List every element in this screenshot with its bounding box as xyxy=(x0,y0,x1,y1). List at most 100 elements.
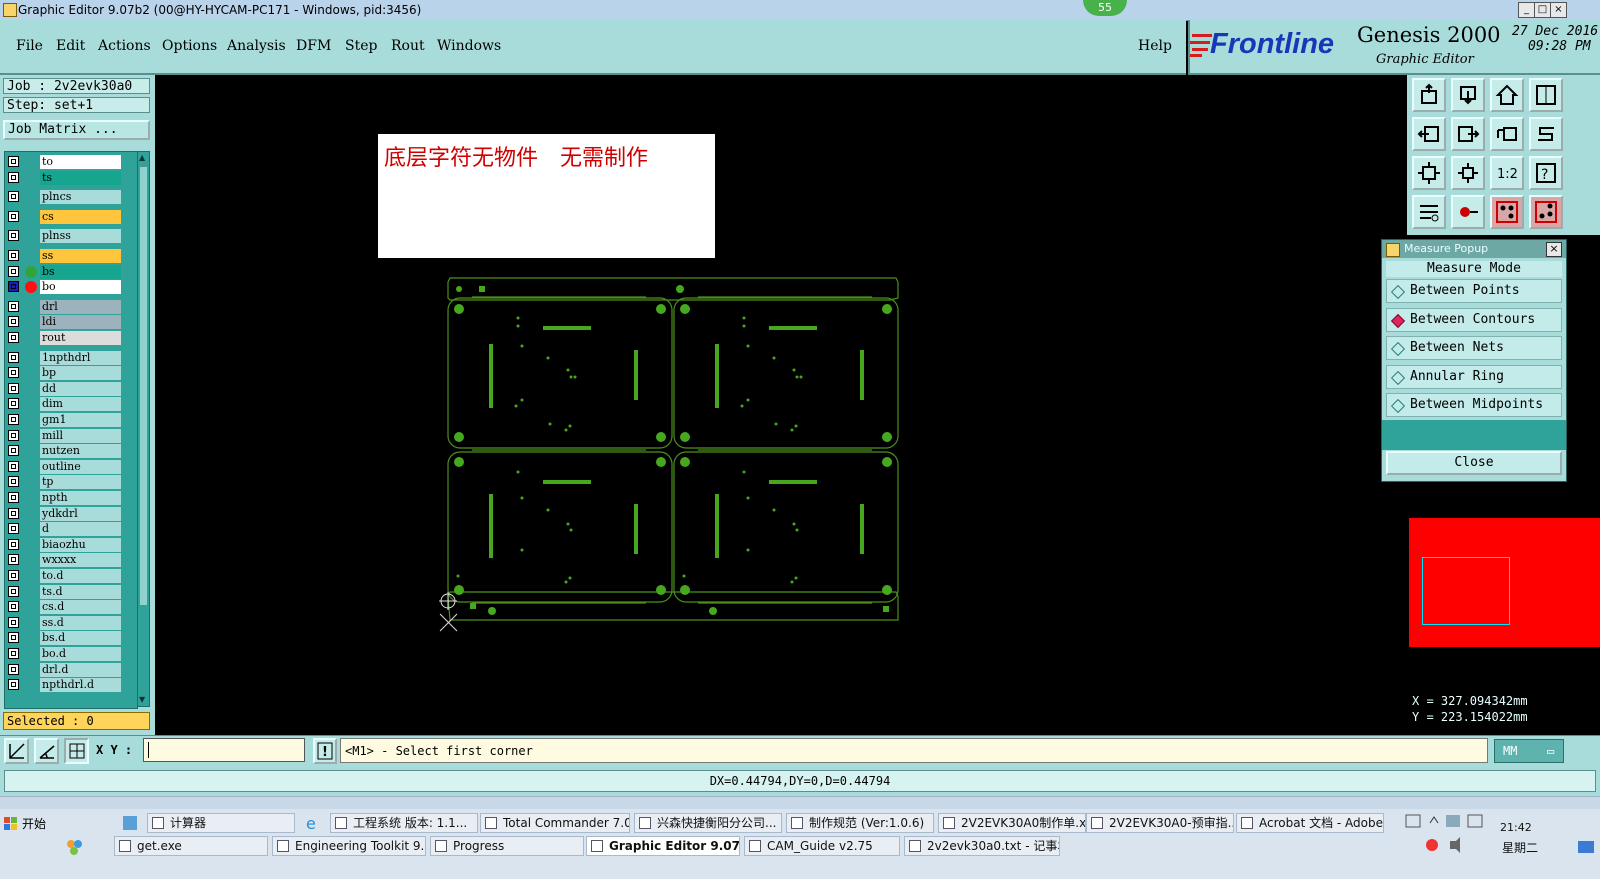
layer-row[interactable]: bp xyxy=(5,365,137,381)
layer-name[interactable]: gm1 xyxy=(40,413,121,427)
radio-diamond-icon[interactable] xyxy=(1390,341,1406,357)
layer-checkbox[interactable] xyxy=(8,191,19,203)
layer-checkbox[interactable] xyxy=(8,171,19,183)
scroll-up-icon[interactable]: ▲ xyxy=(139,153,148,162)
window-fit-icon[interactable] xyxy=(1529,78,1563,112)
layer-row[interactable]: gm1 xyxy=(5,412,137,428)
layer-checkbox[interactable] xyxy=(8,445,19,457)
layer-name[interactable]: plncs xyxy=(40,190,121,205)
grid-mode-icon[interactable] xyxy=(64,738,89,764)
layer-row[interactable]: drl.d xyxy=(5,662,137,678)
show-desktop-icon[interactable] xyxy=(1578,841,1594,853)
layer-name[interactable]: drl.d xyxy=(40,662,121,677)
layer-row[interactable]: outline xyxy=(5,459,137,475)
layer-row[interactable]: rout xyxy=(5,330,137,346)
menu-options[interactable]: Options xyxy=(162,38,217,54)
layer-name[interactable]: outline xyxy=(40,459,121,474)
taskbar-button[interactable]: Graphic Editor 9.07b2 ... xyxy=(586,836,740,856)
layer-row[interactable]: nutzen xyxy=(5,443,137,459)
layer-row[interactable]: cs xyxy=(5,209,137,225)
layer-row[interactable]: tp xyxy=(5,474,137,490)
menu-edit[interactable]: Edit xyxy=(56,38,85,54)
layer-row[interactable]: ts.d xyxy=(5,584,137,600)
pan-left-icon[interactable] xyxy=(1412,117,1446,151)
menu-analysis[interactable]: Analysis xyxy=(227,38,286,54)
layer-checkbox[interactable] xyxy=(8,663,19,675)
layer-row[interactable]: 1npthdrl xyxy=(5,350,137,366)
layer-row[interactable]: dd xyxy=(5,381,137,397)
close-button[interactable]: Close xyxy=(1386,451,1562,475)
layer-checkbox[interactable] xyxy=(8,265,19,277)
zoom-fit-icon[interactable] xyxy=(1412,156,1446,190)
layer-checkbox[interactable] xyxy=(8,300,19,312)
layer-row[interactable]: mill xyxy=(5,428,137,444)
quicklaunch-tool-icon[interactable] xyxy=(120,813,140,833)
layer-name[interactable]: npthdrl.d xyxy=(40,678,121,693)
layer-row[interactable]: bo.d xyxy=(5,646,137,662)
layer-row[interactable]: bo xyxy=(5,279,137,295)
taskbar-button[interactable]: CAM_Guide v2.75 xyxy=(744,836,900,856)
start-button[interactable]: 开始 xyxy=(2,813,58,835)
layer-name[interactable]: cs.d xyxy=(40,600,121,615)
scroll-thumb[interactable] xyxy=(139,166,148,606)
pcb-panel-drawing[interactable] xyxy=(430,270,910,640)
redraw-icon[interactable] xyxy=(1490,117,1524,151)
layer-name[interactable]: mill xyxy=(40,428,121,443)
layer-list-scrollbar[interactable]: ▲ ▼ xyxy=(137,151,150,707)
quicklaunch-icon[interactable] xyxy=(64,837,84,857)
taskbar-button[interactable]: Progress xyxy=(430,836,584,856)
maximize-button[interactable]: □ xyxy=(1534,2,1551,18)
layer-row[interactable]: plnss xyxy=(5,228,137,244)
layer-checkbox[interactable] xyxy=(8,554,19,566)
layer-checkbox[interactable] xyxy=(8,492,19,503)
layer-checkbox[interactable] xyxy=(8,585,19,597)
menu-dfm[interactable]: DFM xyxy=(296,38,331,54)
layer-name[interactable]: ts.d xyxy=(40,584,121,599)
layer-name[interactable]: bo xyxy=(40,280,121,295)
layer-name[interactable]: ss.d xyxy=(40,615,121,630)
layer-row[interactable]: bs.d xyxy=(5,630,137,646)
layer-row[interactable]: ldi xyxy=(5,314,137,330)
units-select[interactable]: MM ▭ xyxy=(1494,739,1564,763)
menu-windows[interactable]: Windows xyxy=(437,38,501,54)
help-query-icon[interactable]: ? xyxy=(1529,156,1563,190)
taskbar-button[interactable]: 2V2EVK30A0-预审指... xyxy=(1086,813,1234,833)
taskbar-button[interactable]: 2V2EVK30A0制作单.xl... xyxy=(938,813,1086,833)
layer-name[interactable]: wxxxx xyxy=(40,553,121,568)
layer-checkbox[interactable] xyxy=(8,316,19,328)
taskbar-button[interactable]: 计算器 xyxy=(147,813,295,833)
layer-name[interactable]: rout xyxy=(40,331,121,345)
close-icon[interactable]: × xyxy=(1546,242,1562,257)
layer-checkbox[interactable] xyxy=(8,570,19,581)
layer-checkbox[interactable] xyxy=(8,648,19,659)
menu-actions[interactable]: Actions xyxy=(98,38,151,54)
snap-mode-icon[interactable] xyxy=(4,738,29,764)
layer-row[interactable]: drl xyxy=(5,299,137,315)
layer-name[interactable]: cs xyxy=(40,209,121,224)
layer-checkbox[interactable] xyxy=(8,367,19,379)
layer-row[interactable]: npth xyxy=(5,490,137,506)
radio-diamond-icon[interactable] xyxy=(1390,398,1406,414)
layer-row[interactable]: ts xyxy=(5,170,137,186)
layer-name[interactable]: dim xyxy=(40,397,121,412)
measure-option[interactable]: Annular Ring xyxy=(1386,364,1562,389)
layer-checkbox[interactable] xyxy=(8,632,19,644)
taskbar-button[interactable]: Acrobat 文档 - Adobe ... xyxy=(1236,813,1384,833)
layer-name[interactable]: biaozhu xyxy=(40,537,121,552)
snap-tool-icon[interactable] xyxy=(1412,195,1446,229)
layer-name[interactable]: bp xyxy=(40,366,121,381)
layer-name[interactable]: d xyxy=(40,522,121,537)
radio-diamond-icon[interactable] xyxy=(1390,370,1406,385)
zoom-in-icon[interactable] xyxy=(1451,156,1485,190)
layer-checkbox[interactable] xyxy=(8,601,19,613)
layer-name[interactable]: plnss xyxy=(40,229,121,244)
layer-name[interactable]: nutzen xyxy=(40,444,121,459)
radio-diamond-icon[interactable] xyxy=(1390,313,1406,328)
taskbar-button[interactable]: 制作规范 (Ver:1.0.6) xyxy=(786,813,934,833)
layer-row[interactable]: plncs xyxy=(5,189,137,205)
layer-name[interactable]: 1npthdrl xyxy=(40,350,121,365)
overview-map[interactable] xyxy=(1409,518,1600,647)
layer-checkbox[interactable] xyxy=(8,476,19,488)
measure-option[interactable]: Between Points xyxy=(1386,279,1562,303)
layer-name[interactable]: tp xyxy=(40,475,121,490)
